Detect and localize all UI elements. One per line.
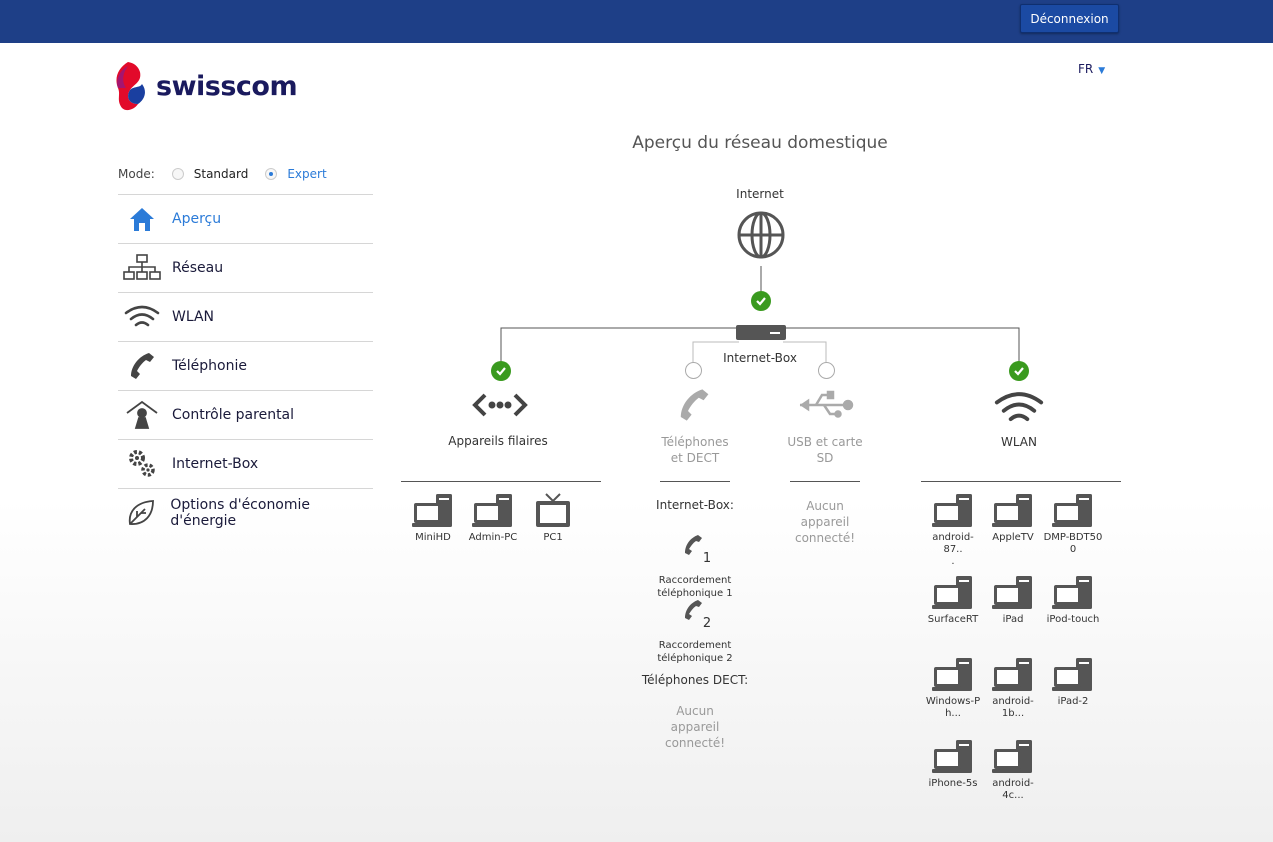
- usb-label-line1: USB et carte: [787, 435, 863, 449]
- usb-no-device: Aucun appareil connecté!: [775, 498, 875, 546]
- device-name: iPad-2: [1057, 696, 1089, 707]
- phones-internet-box-label: Internet-Box:: [656, 498, 734, 512]
- device-name: iPhone-5s: [928, 778, 978, 789]
- usb-no-device-line1: Aucun: [806, 499, 844, 513]
- device-dmp-bdt500[interactable]: DMP-BDT50 0: [1043, 492, 1103, 556]
- device-name: Windows-P h...: [923, 696, 983, 720]
- phones-label: Téléphones et DECT: [645, 434, 745, 466]
- internet-box-icon[interactable]: [736, 322, 786, 342]
- device-name-line1: Windows-P: [925, 696, 981, 707]
- computer-icon: [992, 494, 1032, 527]
- phone-connection-2-number: 2: [702, 616, 712, 631]
- device-pc1[interactable]: PC1: [523, 492, 583, 544]
- phone-connection-2-label: Raccordement téléphonique 2: [645, 639, 745, 665]
- computer-icon: [992, 740, 1032, 773]
- wlan-divider: [921, 481, 1121, 482]
- dect-no-device-line3: connecté!: [664, 736, 726, 750]
- computer-icon: [992, 658, 1032, 691]
- wired-ok-check-icon: [491, 361, 511, 381]
- dect-label: Téléphones DECT:: [641, 673, 749, 687]
- phones-divider: [660, 481, 730, 482]
- device-admin-pc[interactable]: Admin-PC: [463, 492, 523, 544]
- internet-label: Internet: [736, 187, 784, 201]
- computer-icon: [992, 576, 1032, 609]
- device-name-line2: 0: [1069, 544, 1077, 555]
- phone-connection-2-label-line2: téléphonique 2: [657, 653, 733, 664]
- dect-no-device-line1: Aucun: [676, 704, 714, 718]
- device-name: android-1b...: [992, 696, 1034, 719]
- globe-icon[interactable]: [736, 210, 786, 260]
- device-name: PC1: [543, 532, 563, 543]
- computer-icon: [1052, 658, 1092, 691]
- wired-label: Appareils filaires: [448, 434, 548, 448]
- device-name: android-87...: [923, 532, 983, 568]
- device-ipad-2[interactable]: iPad-2: [1043, 656, 1103, 708]
- computer-icon: [932, 740, 972, 773]
- device-name: iPad: [1002, 614, 1024, 625]
- computer-icon: [932, 658, 972, 691]
- phones-status-circle: [685, 362, 702, 379]
- usb-status-circle: [818, 362, 835, 379]
- computer-icon: [932, 576, 972, 609]
- device-android-87[interactable]: android-87...: [923, 492, 983, 568]
- device-name-line1: DMP-BDT50: [1043, 532, 1103, 543]
- wlan-label: WLAN: [1000, 435, 1037, 449]
- wlan-ok-check-icon: [1009, 361, 1029, 381]
- device-name-line1: android-87..: [932, 532, 974, 555]
- phones-label-line1: Téléphones: [661, 435, 729, 449]
- usb-divider: [790, 481, 860, 482]
- internet-box-label: Internet-Box: [723, 351, 797, 365]
- device-name: Admin-PC: [468, 532, 518, 543]
- device-appletv[interactable]: AppleTV: [983, 492, 1043, 544]
- computer-icon: [1052, 576, 1092, 609]
- ethernet-icon[interactable]: [471, 390, 529, 420]
- phone-connection-1-label-line1: Raccordement: [658, 575, 732, 586]
- device-minihd[interactable]: MiniHD: [403, 492, 463, 544]
- device-iphone-5s[interactable]: iPhone-5s: [923, 738, 983, 790]
- device-android-4c[interactable]: android-4c...: [983, 738, 1043, 802]
- phone-connection-1-number: 1: [702, 551, 712, 566]
- usb-no-device-line2: appareil: [800, 515, 850, 529]
- network-lines: [500, 266, 1020, 362]
- device-name-line2: h...: [945, 708, 961, 719]
- device-name: DMP-BDT50 0: [1043, 532, 1103, 556]
- device-android-1b[interactable]: android-1b...: [983, 656, 1043, 720]
- device-name-line2: .: [951, 556, 955, 567]
- phone-connection-1-label: Raccordement téléphonique 1: [645, 574, 745, 600]
- device-ipod-touch[interactable]: iPod-touch: [1043, 574, 1103, 626]
- dect-no-device: Aucun appareil connecté!: [645, 703, 745, 751]
- computer-icon: [472, 494, 512, 527]
- usb-label-line2: SD: [816, 451, 834, 465]
- wifi-large-icon[interactable]: [992, 390, 1046, 426]
- device-name: AppleTV: [992, 532, 1034, 543]
- wired-divider: [401, 481, 601, 482]
- device-name: iPod-touch: [1046, 614, 1100, 625]
- device-name: SurfaceRT: [927, 614, 979, 625]
- device-ipad[interactable]: iPad: [983, 574, 1043, 626]
- tv-icon: [536, 493, 570, 527]
- usb-label: USB et carte SD: [775, 434, 875, 466]
- computer-icon: [412, 494, 452, 527]
- usb-no-device-line3: connecté!: [794, 531, 856, 545]
- usb-icon[interactable]: [798, 390, 854, 420]
- internet-ok-check-icon: [751, 291, 771, 311]
- phone-grey-icon[interactable]: [676, 386, 712, 424]
- computer-icon: [1052, 494, 1092, 527]
- phones-label-line2: et DECT: [670, 451, 720, 465]
- device-surfacert[interactable]: SurfaceRT: [923, 574, 983, 626]
- device-name: android-4c...: [992, 778, 1034, 801]
- dect-no-device-line2: appareil: [670, 720, 720, 734]
- computer-icon: [932, 494, 972, 527]
- phone-connection-2-label-line1: Raccordement: [658, 640, 732, 651]
- device-name: MiniHD: [415, 532, 451, 543]
- device-windows-ph[interactable]: Windows-P h...: [923, 656, 983, 720]
